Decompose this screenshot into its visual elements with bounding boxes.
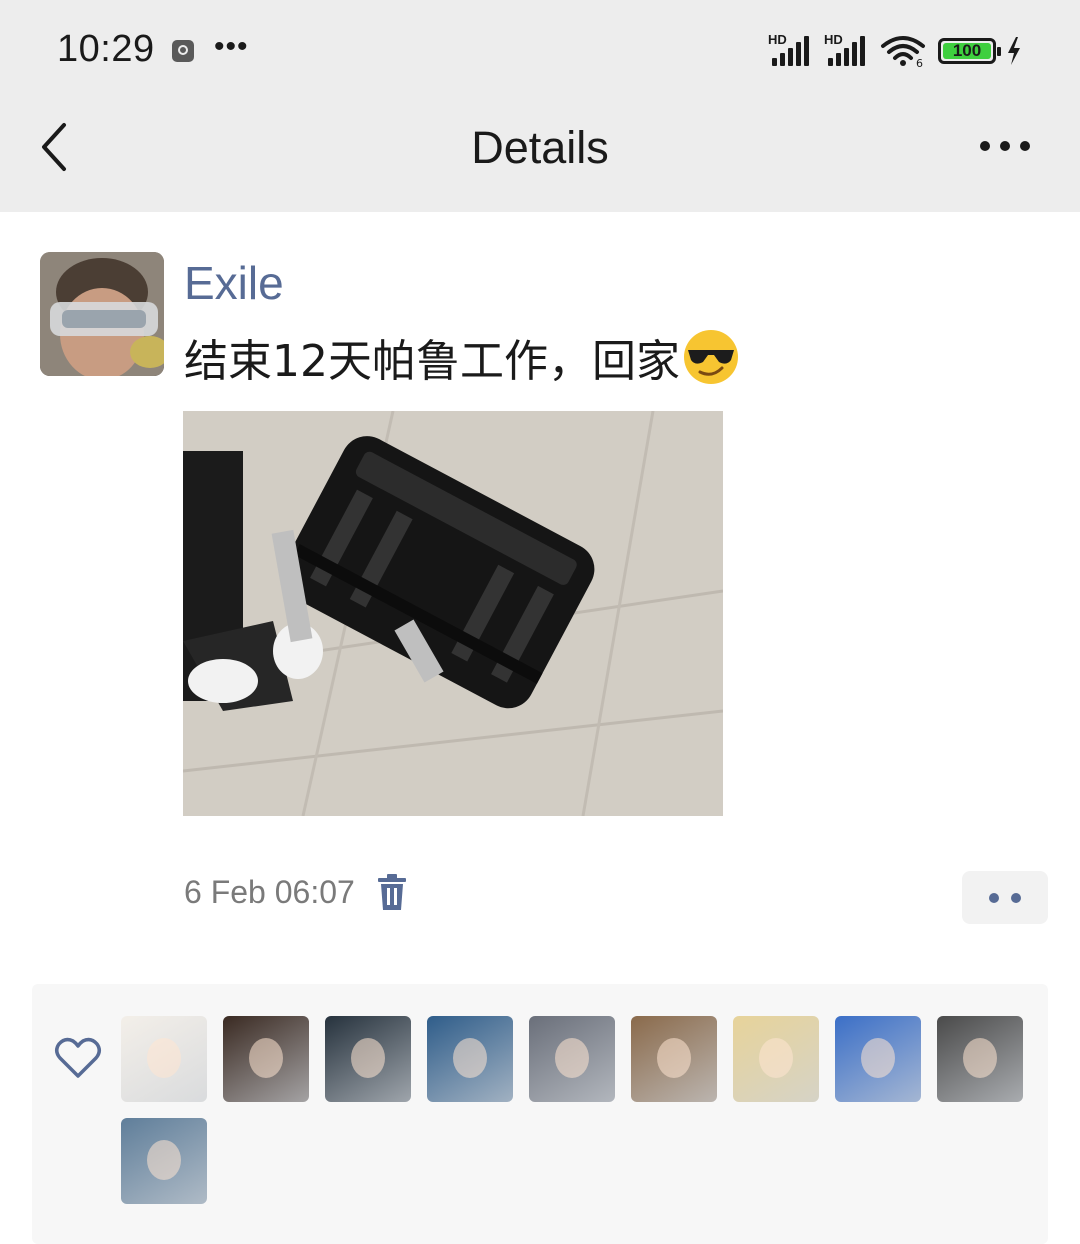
battery-level: 100 — [943, 41, 991, 60]
wifi-icon: 6 — [880, 34, 926, 70]
battery-icon: 100 — [938, 38, 1001, 64]
signal-hd-label: HD — [824, 32, 843, 47]
liker-avatar[interactable] — [121, 1118, 207, 1204]
signal-hd-label: HD — [768, 32, 787, 47]
status-indicators: HD HD 6 100 — [768, 32, 1022, 70]
like-comment-button[interactable] — [962, 871, 1048, 924]
page-title: Details — [471, 122, 609, 173]
cellular-signal-icon: HD — [768, 32, 816, 68]
post-photo[interactable] — [183, 411, 723, 816]
post-timestamp: 6 Feb 06:07 — [184, 874, 355, 910]
status-time: 10:29 — [57, 28, 155, 70]
cellular-signal-icon: HD — [824, 32, 872, 68]
liker-avatar[interactable] — [223, 1016, 309, 1102]
heart-icon — [55, 1037, 101, 1078]
sunglasses-face-emoji — [684, 330, 738, 384]
liker-avatar[interactable] — [427, 1016, 513, 1102]
post-text: 结束12天帕鲁工作，回家 — [184, 325, 740, 389]
liker-avatar[interactable] — [121, 1016, 207, 1102]
more-horizontal-icon — [980, 141, 990, 151]
liker-avatar[interactable] — [835, 1016, 921, 1102]
likes-section — [32, 984, 1048, 1244]
liker-avatar[interactable] — [631, 1016, 717, 1102]
liker-avatar[interactable] — [325, 1016, 411, 1102]
navigation-bar: Details — [0, 100, 1080, 212]
liker-avatar[interactable] — [733, 1016, 819, 1102]
more-options-button[interactable] — [978, 130, 1038, 162]
wifi-sub-label: 6 — [916, 57, 923, 68]
status-bar: 10:29 ••• HD HD 6 100 — [0, 0, 1080, 100]
liker-avatar[interactable] — [937, 1016, 1023, 1102]
author-name-link[interactable]: Exile — [184, 256, 284, 310]
notification-icon — [172, 40, 194, 62]
status-more-icon: ••• — [214, 30, 249, 63]
liker-avatar[interactable] — [529, 1016, 615, 1102]
trash-icon — [378, 874, 406, 910]
post-text-content: 结束12天帕鲁工作，回家 — [184, 336, 680, 387]
charging-icon — [1008, 37, 1020, 65]
delete-button[interactable] — [376, 874, 408, 912]
author-avatar[interactable] — [40, 252, 164, 376]
action-dots-icon — [989, 893, 999, 903]
